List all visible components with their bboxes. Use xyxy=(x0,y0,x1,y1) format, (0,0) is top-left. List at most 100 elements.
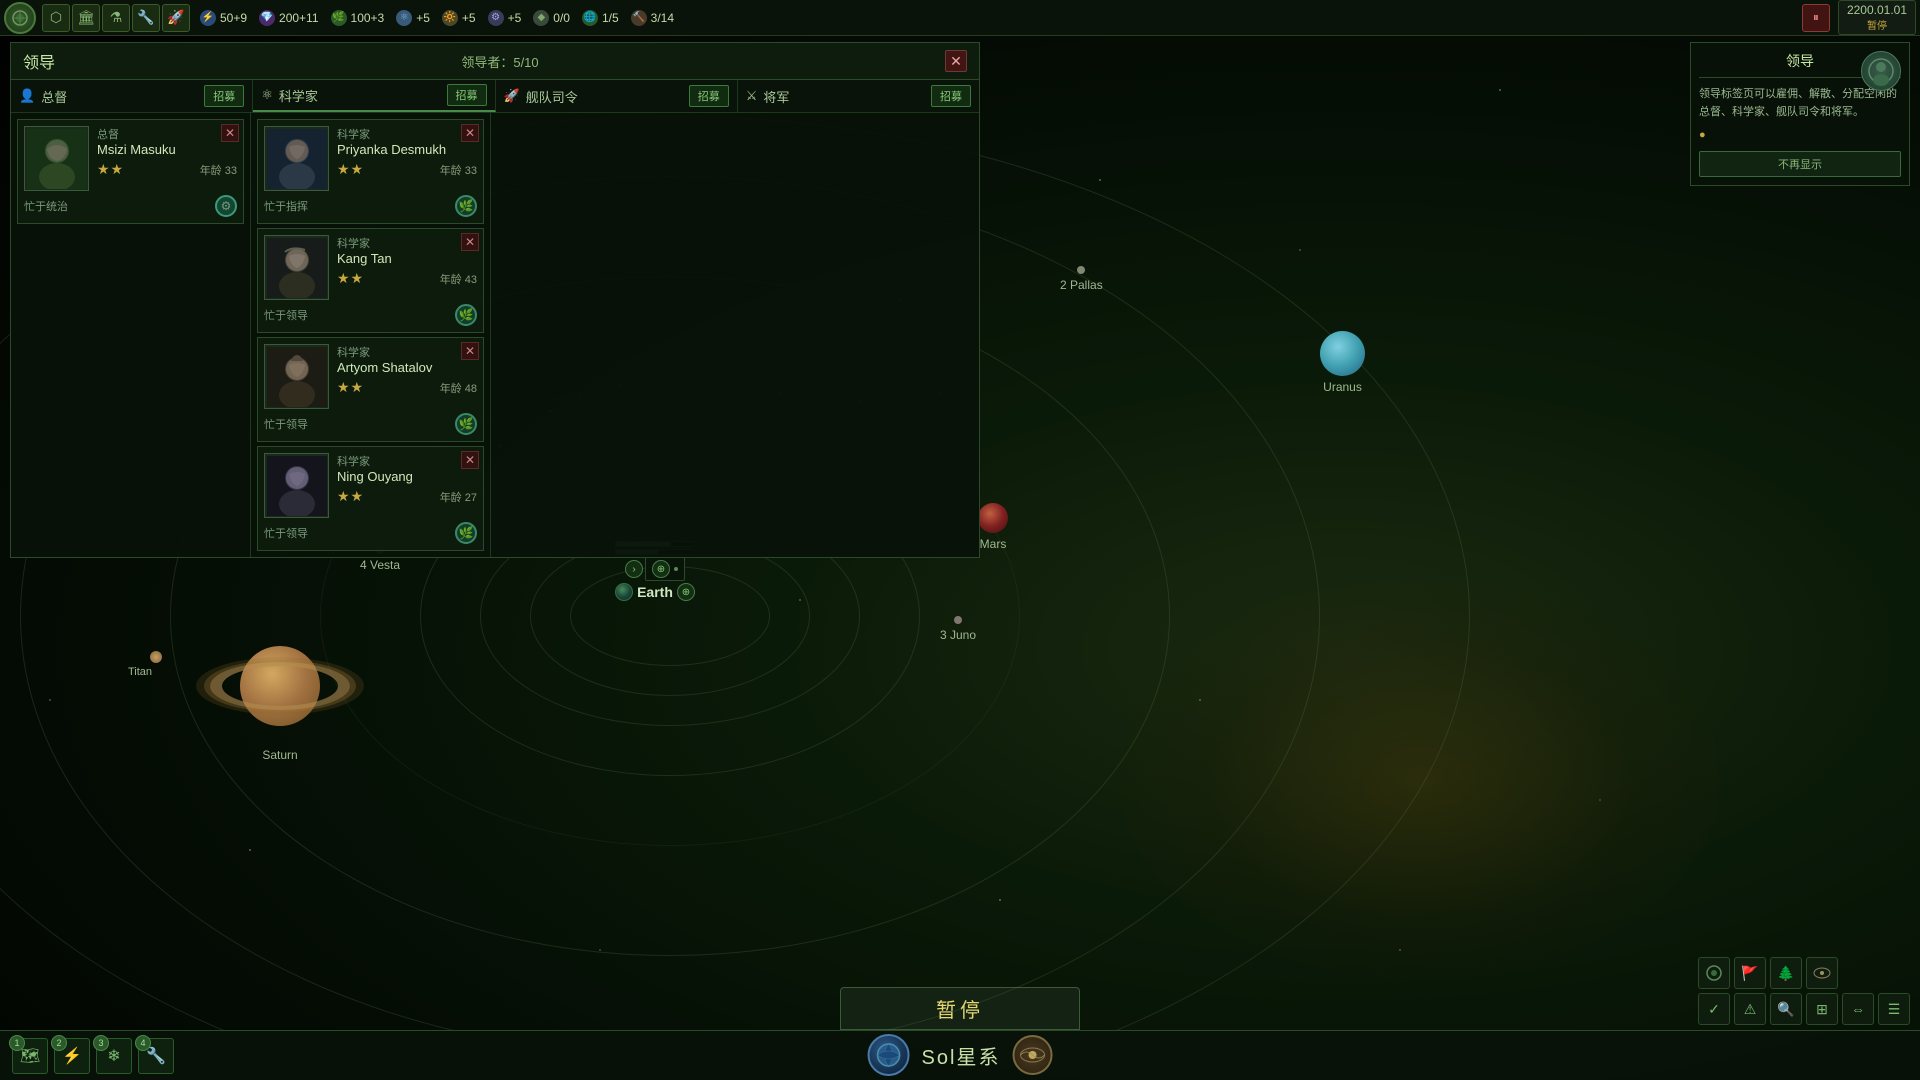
scientist-3-close[interactable]: ✕ xyxy=(461,342,479,360)
governor-card-inner: 总督 Msizi Masuku ★★ 年龄 33 xyxy=(24,126,237,191)
panel-close-button[interactable]: ✕ xyxy=(945,50,967,72)
scientist-1-close[interactable]: ✕ xyxy=(461,124,479,142)
scientist-4-info: 科学家 Ning Ouyang ★★ 年龄 27 xyxy=(337,453,477,505)
scientist-1-status-icon: 🌿 xyxy=(455,195,477,217)
tab-2-btn[interactable]: ⚡ 2 xyxy=(54,1038,90,1074)
tab-governor[interactable]: 👤 总督 招募 xyxy=(11,80,253,112)
pause-status: 暂停 xyxy=(1847,17,1907,32)
governor-status-icon: ⚙ xyxy=(215,195,237,217)
governor-card[interactable]: ✕ xyxy=(17,119,244,224)
influence-icon: ⚙ xyxy=(488,10,504,26)
scientist-4-status-icon: 🌿 xyxy=(455,522,477,544)
unity-value: +5 xyxy=(462,11,476,25)
governor-age-text: 年龄 xyxy=(200,165,222,177)
general-tab-label: ⚔ 将军 xyxy=(746,87,931,106)
resource-research: ⚛ +5 xyxy=(396,10,430,26)
leader-count: 领导者：5/10 xyxy=(461,52,538,71)
governor-card-close[interactable]: ✕ xyxy=(221,124,239,142)
governor-stars: ★★ xyxy=(97,161,124,178)
scientist-1-status-text: 忙于指挥 xyxy=(264,198,308,214)
scientist-card-4[interactable]: ✕ 科学家 Ning Ouyang xyxy=(257,446,484,551)
governor-status: 忙于统治 ⚙ xyxy=(24,195,237,217)
earth-name-text: Earth xyxy=(637,584,673,600)
empty-tabs-area xyxy=(491,113,979,557)
scientist-2-status-icon: 🌿 xyxy=(455,304,477,326)
topbar-resources: ⚡ 50+9 💎 200+11 🌿 100+3 ⚛ +5 🔆 +5 ⚙ +5 ◆… xyxy=(200,10,1802,26)
tab-3-btn[interactable]: ❄ 3 xyxy=(96,1038,132,1074)
resource-minerals: 💎 200+11 xyxy=(259,10,319,26)
saturn-container[interactable]: Saturn xyxy=(220,626,340,746)
governor-recruit-btn[interactable]: 招募 xyxy=(204,85,244,107)
general-recruit-btn[interactable]: 招募 xyxy=(931,85,971,107)
scientist-3-info: 科学家 Artyom Shatalov ★★ 年龄 48 xyxy=(337,344,477,396)
topbar-map-btn[interactable]: ⬡ xyxy=(42,4,70,32)
scientist-card-2[interactable]: ✕ 科学家 xyxy=(257,228,484,333)
scientist-recruit-btn[interactable]: 招募 xyxy=(447,84,487,106)
unknown2-icon: 🔨 xyxy=(631,10,647,26)
scientist-3-name: Artyom Shatalov xyxy=(337,360,477,375)
research-icon: ⚛ xyxy=(396,10,412,26)
scientist-2-close[interactable]: ✕ xyxy=(461,233,479,251)
topbar-fleet-btn[interactable]: 🚀 xyxy=(162,4,190,32)
admiral-recruit-btn[interactable]: 招募 xyxy=(689,85,729,107)
earth-menu-btn[interactable]: ⊕ xyxy=(677,583,695,601)
bottom-left-icons: 🗺 1 ⚡ 2 ❄ 3 🔧 4 xyxy=(12,1038,174,1074)
scientist-4-inner: 科学家 Ning Ouyang ★★ 年龄 27 xyxy=(264,453,477,518)
faction-emblem[interactable] xyxy=(4,2,36,34)
governor-portrait-svg xyxy=(27,129,87,189)
pause-button[interactable]: ⏸ xyxy=(1802,4,1830,32)
scientist-icon: ⚛ xyxy=(261,87,273,103)
leader-panel: 领导 领导者：5/10 ✕ 👤 总督 招募 ⚛ 科学家 招募 🚀 舰队司令 招募 xyxy=(10,42,980,558)
governor-age-label: 年龄 33 xyxy=(200,162,237,178)
resource-unity: 🔆 +5 xyxy=(442,10,476,26)
scientist-2-inner: 科学家 Kang Tan ★★ 年龄 43 xyxy=(264,235,477,300)
tab-2-icon: ⚡ xyxy=(62,1046,82,1066)
resource-credits: ◆ 0/0 xyxy=(533,10,570,26)
scientist-1-portrait xyxy=(264,126,329,191)
governor-role: 总督 xyxy=(97,126,237,142)
tab-scientist[interactable]: ⚛ 科学家 招募 xyxy=(253,80,495,112)
info-panel-body: 领导标签页可以雇佣、解散、分配空闲的总督、科学家、舰队司令和将军。 xyxy=(1699,86,1901,121)
resource-energy: ⚡ 50+9 xyxy=(200,10,247,26)
scientist-2-svg xyxy=(267,238,327,298)
scientist-4-name: Ning Ouyang xyxy=(337,469,477,484)
scientist-4-stars: ★★ xyxy=(337,488,364,505)
tab-4-btn[interactable]: 🔧 4 xyxy=(138,1038,174,1074)
food-icon: 🌿 xyxy=(331,10,347,26)
tab-1-icon: 🗺 xyxy=(20,1046,40,1066)
mars-planet xyxy=(978,503,1008,533)
topbar-tech-btn[interactable]: ⚗ xyxy=(102,4,130,32)
scientist-card-3[interactable]: ✕ 科学家 xyxy=(257,337,484,442)
scientist-4-role: 科学家 xyxy=(337,453,477,469)
tab-1-btn[interactable]: 🗺 1 xyxy=(12,1038,48,1074)
scientist-2-portrait xyxy=(264,235,329,300)
credits-value: 0/0 xyxy=(553,11,570,25)
galaxy-icon-btn[interactable] xyxy=(1012,1035,1052,1075)
food-value: 100+3 xyxy=(351,11,385,25)
scientist-4-close[interactable]: ✕ xyxy=(461,451,479,469)
dismiss-button[interactable]: 不再显示 xyxy=(1699,151,1901,177)
globe-icon-btn[interactable] xyxy=(868,1034,910,1076)
avatar-icon xyxy=(1866,56,1896,86)
scientist-2-age: 年龄 43 xyxy=(440,271,477,287)
earth-arrow-btn[interactable]: › xyxy=(625,560,643,578)
tab-general[interactable]: ⚔ 将军 招募 xyxy=(738,80,979,112)
tab-admiral[interactable]: 🚀 舰队司令 招募 xyxy=(496,80,738,112)
admiral-label: 舰队司令 xyxy=(526,87,578,106)
governor-column: ✕ xyxy=(11,113,251,557)
governor-name: Msizi Masuku xyxy=(97,142,237,157)
juno-container: 3 Juno xyxy=(940,616,976,642)
uranus-container[interactable]: Uranus xyxy=(1320,331,1365,394)
topbar-build-btn[interactable]: 🔧 xyxy=(132,4,160,32)
scientist-tab-label: ⚛ 科学家 xyxy=(261,86,446,105)
leader-tabs: 👤 总督 招募 ⚛ 科学家 招募 🚀 舰队司令 招募 ⚔ 将军 招募 xyxy=(11,80,979,113)
scientist-card-1[interactable]: ✕ 科学家 Priyanka Des xyxy=(257,119,484,224)
mars-container[interactable]: Mars xyxy=(978,503,1008,551)
governor-label: 总督 xyxy=(41,87,67,106)
governor-age-value: 33 xyxy=(225,165,237,177)
titan-label: Titan xyxy=(128,666,152,678)
tab-4-icon: 🔧 xyxy=(146,1046,166,1066)
topbar-colony-btn[interactable]: 🏛 xyxy=(72,4,100,32)
earth-settings-btn[interactable]: ⊕ xyxy=(652,560,670,578)
general-label: 将军 xyxy=(763,87,789,106)
